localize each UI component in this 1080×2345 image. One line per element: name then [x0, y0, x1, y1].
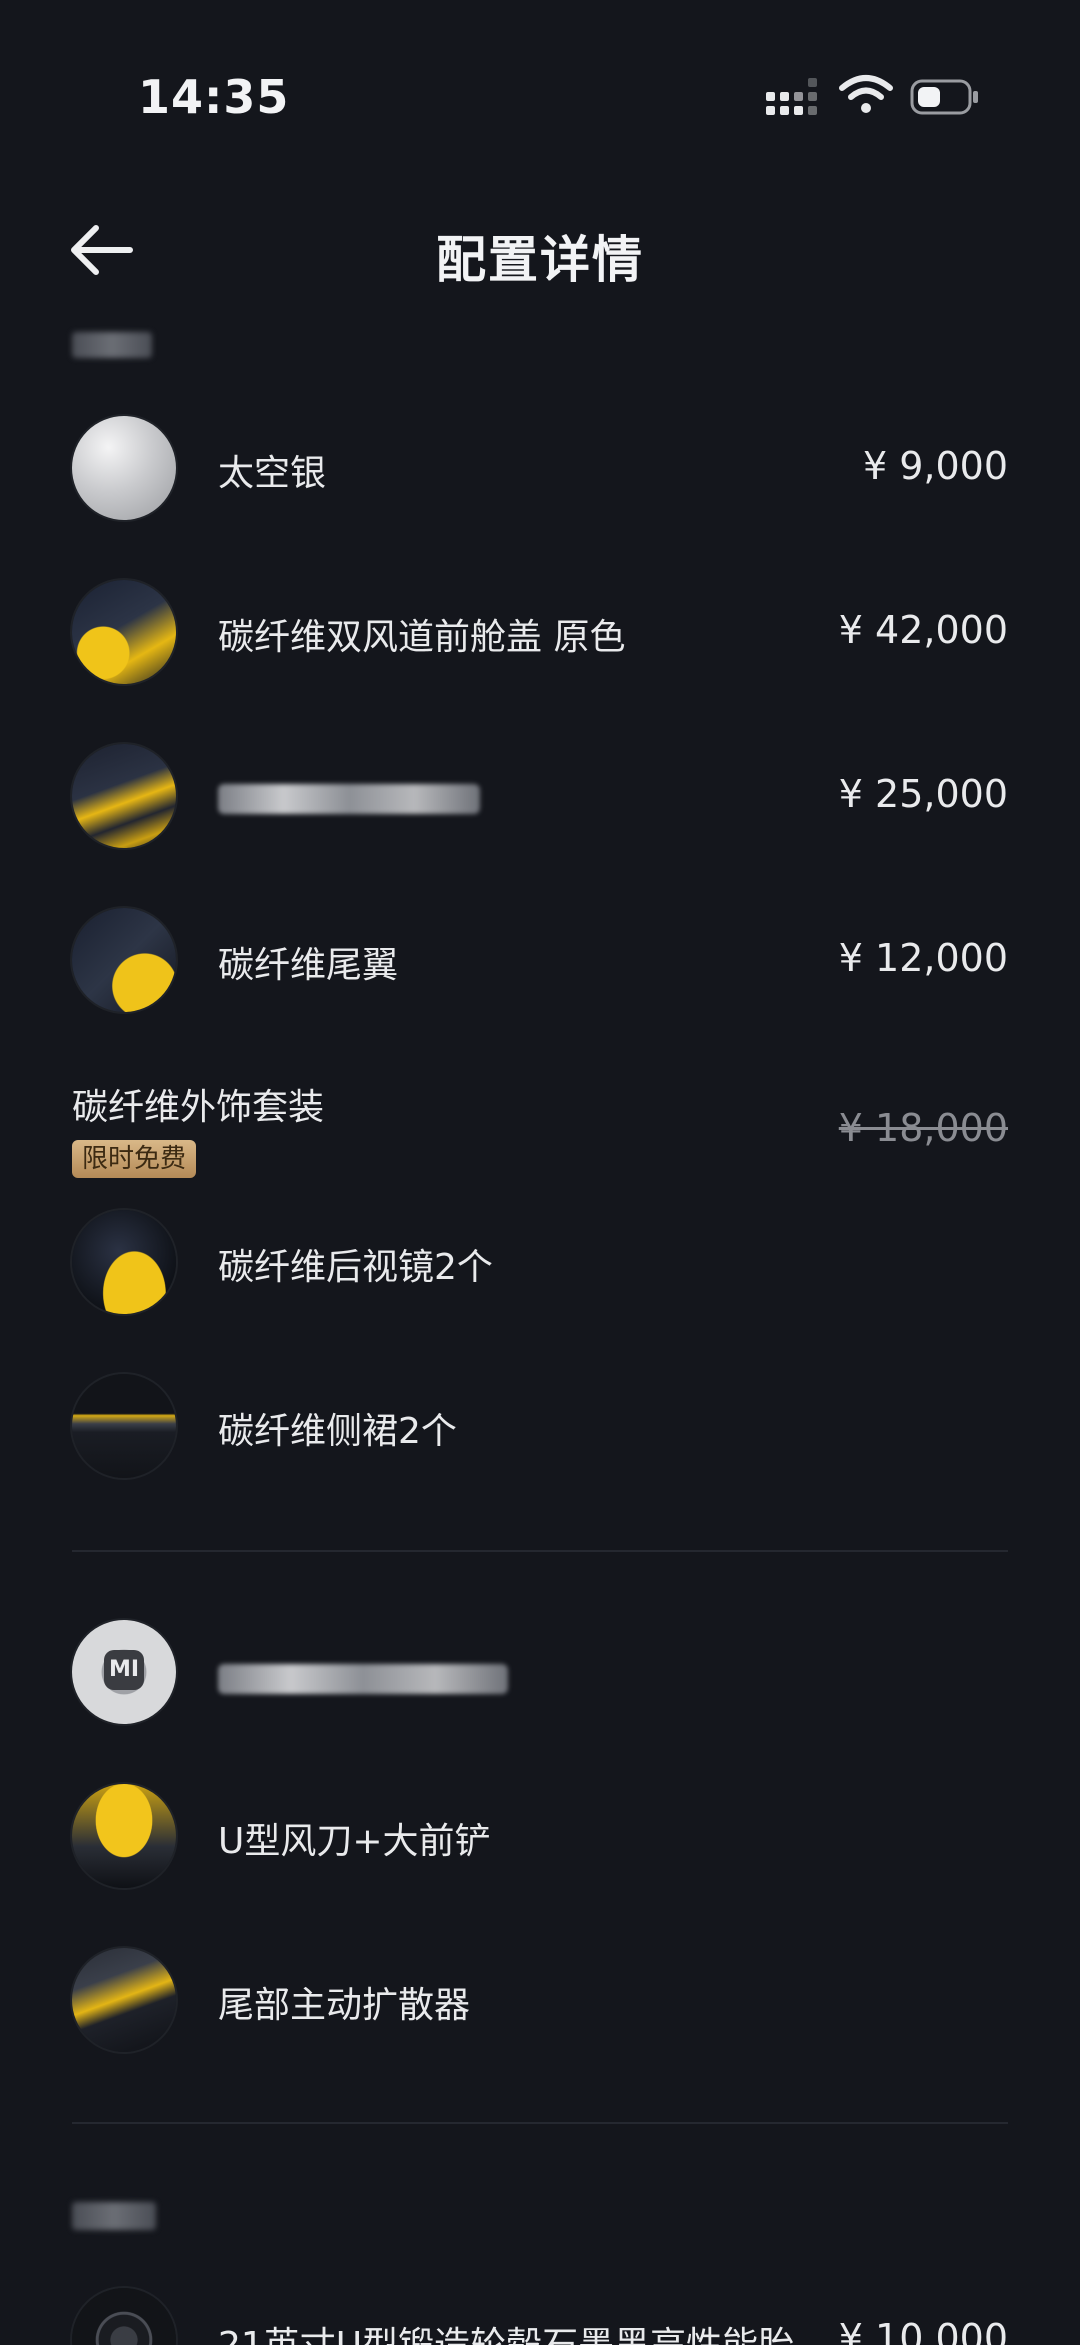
config-item-row: 太空银 ¥ 9,000 [0, 404, 1080, 534]
rear-diffuser-thumbnail [72, 1948, 176, 2052]
mi-logo-icon: MI [104, 1650, 144, 1690]
section-divider [72, 1550, 1008, 1552]
config-item-row: 碳纤维尾翼 ¥ 12,000 [0, 896, 1080, 1026]
config-item-label-blurred [218, 1664, 508, 1694]
front-hood-thumbnail [72, 580, 176, 684]
page-title: 配置详情 [436, 231, 644, 289]
cellular-signal-icon [766, 78, 822, 118]
config-item-label: 碳纤维后视镜2个 [218, 1247, 493, 1288]
config-item-label: 碳纤维双风道前舱盖 原色 [218, 617, 626, 658]
package-sub-item-row: 碳纤维侧裙2个 [0, 1362, 1080, 1492]
config-item-label: 太空银 [218, 453, 327, 494]
config-item-price: ¥ 12,000 [838, 936, 1008, 980]
mi-logo-thumbnail: MI [72, 1620, 176, 1724]
package-item-row: U型风刀+大前铲 [0, 1772, 1080, 1902]
free-badge: 限时免费 [72, 1140, 197, 1178]
section-label-blurred [72, 332, 152, 358]
config-item-label: 碳纤维侧裙2个 [218, 1411, 457, 1452]
config-item-price: ¥ 10,000 [838, 2316, 1008, 2345]
package-item-row: 尾部主动扩散器 [0, 1936, 1080, 2066]
config-item-label-blurred [218, 784, 480, 814]
status-time: 14:35 [138, 70, 290, 124]
config-item-label: U型风刀+大前铲 [218, 1821, 491, 1862]
front-splitter-thumbnail [72, 1784, 176, 1888]
section-label-blurred [72, 2202, 156, 2230]
package-original-price: ¥ 18,000 [838, 1106, 1008, 1150]
config-item-label: 尾部主动扩散器 [218, 1985, 471, 2026]
package-item-row: MI [0, 1608, 1080, 1738]
package-sub-item-row: 碳纤维后视镜2个 [0, 1198, 1080, 1328]
item-thumbnail [72, 744, 176, 848]
config-item-price: ¥ 9,000 [862, 444, 1008, 488]
rear-wing-thumbnail [72, 908, 176, 1012]
nav-header: 配置详情 [0, 200, 1080, 300]
section-divider [72, 2122, 1008, 2124]
config-item-row: 碳纤维双风道前舱盖 原色 ¥ 42,000 [0, 568, 1080, 698]
config-item-row: 21英寸U型锻造轮毂石墨黑高性能胎 ¥ 10,000 [0, 2276, 1080, 2345]
battery-icon [910, 79, 978, 115]
status-bar: 14:35 [0, 0, 1080, 200]
package-title: 碳纤维外饰套装 [72, 1087, 325, 1128]
mirror-thumbnail [72, 1210, 176, 1314]
wifi-icon [839, 75, 893, 113]
side-skirt-thumbnail [72, 1374, 176, 1478]
config-item-row: ¥ 25,000 [0, 732, 1080, 862]
wheel-thumbnail [72, 2288, 176, 2345]
config-item-label: 21英寸U型锻造轮毂石墨黑高性能胎 [218, 2316, 794, 2345]
config-item-price: ¥ 25,000 [838, 772, 1008, 816]
config-detail-screen: 14:35 配置详情 太空银 ¥ 9,000 碳纤维双风道前舱盖 原色 ¥ 42… [0, 0, 1080, 2345]
color-swatch-thumbnail [72, 416, 176, 520]
config-item-price: ¥ 42,000 [838, 608, 1008, 652]
config-item-label: 碳纤维尾翼 [218, 945, 399, 986]
